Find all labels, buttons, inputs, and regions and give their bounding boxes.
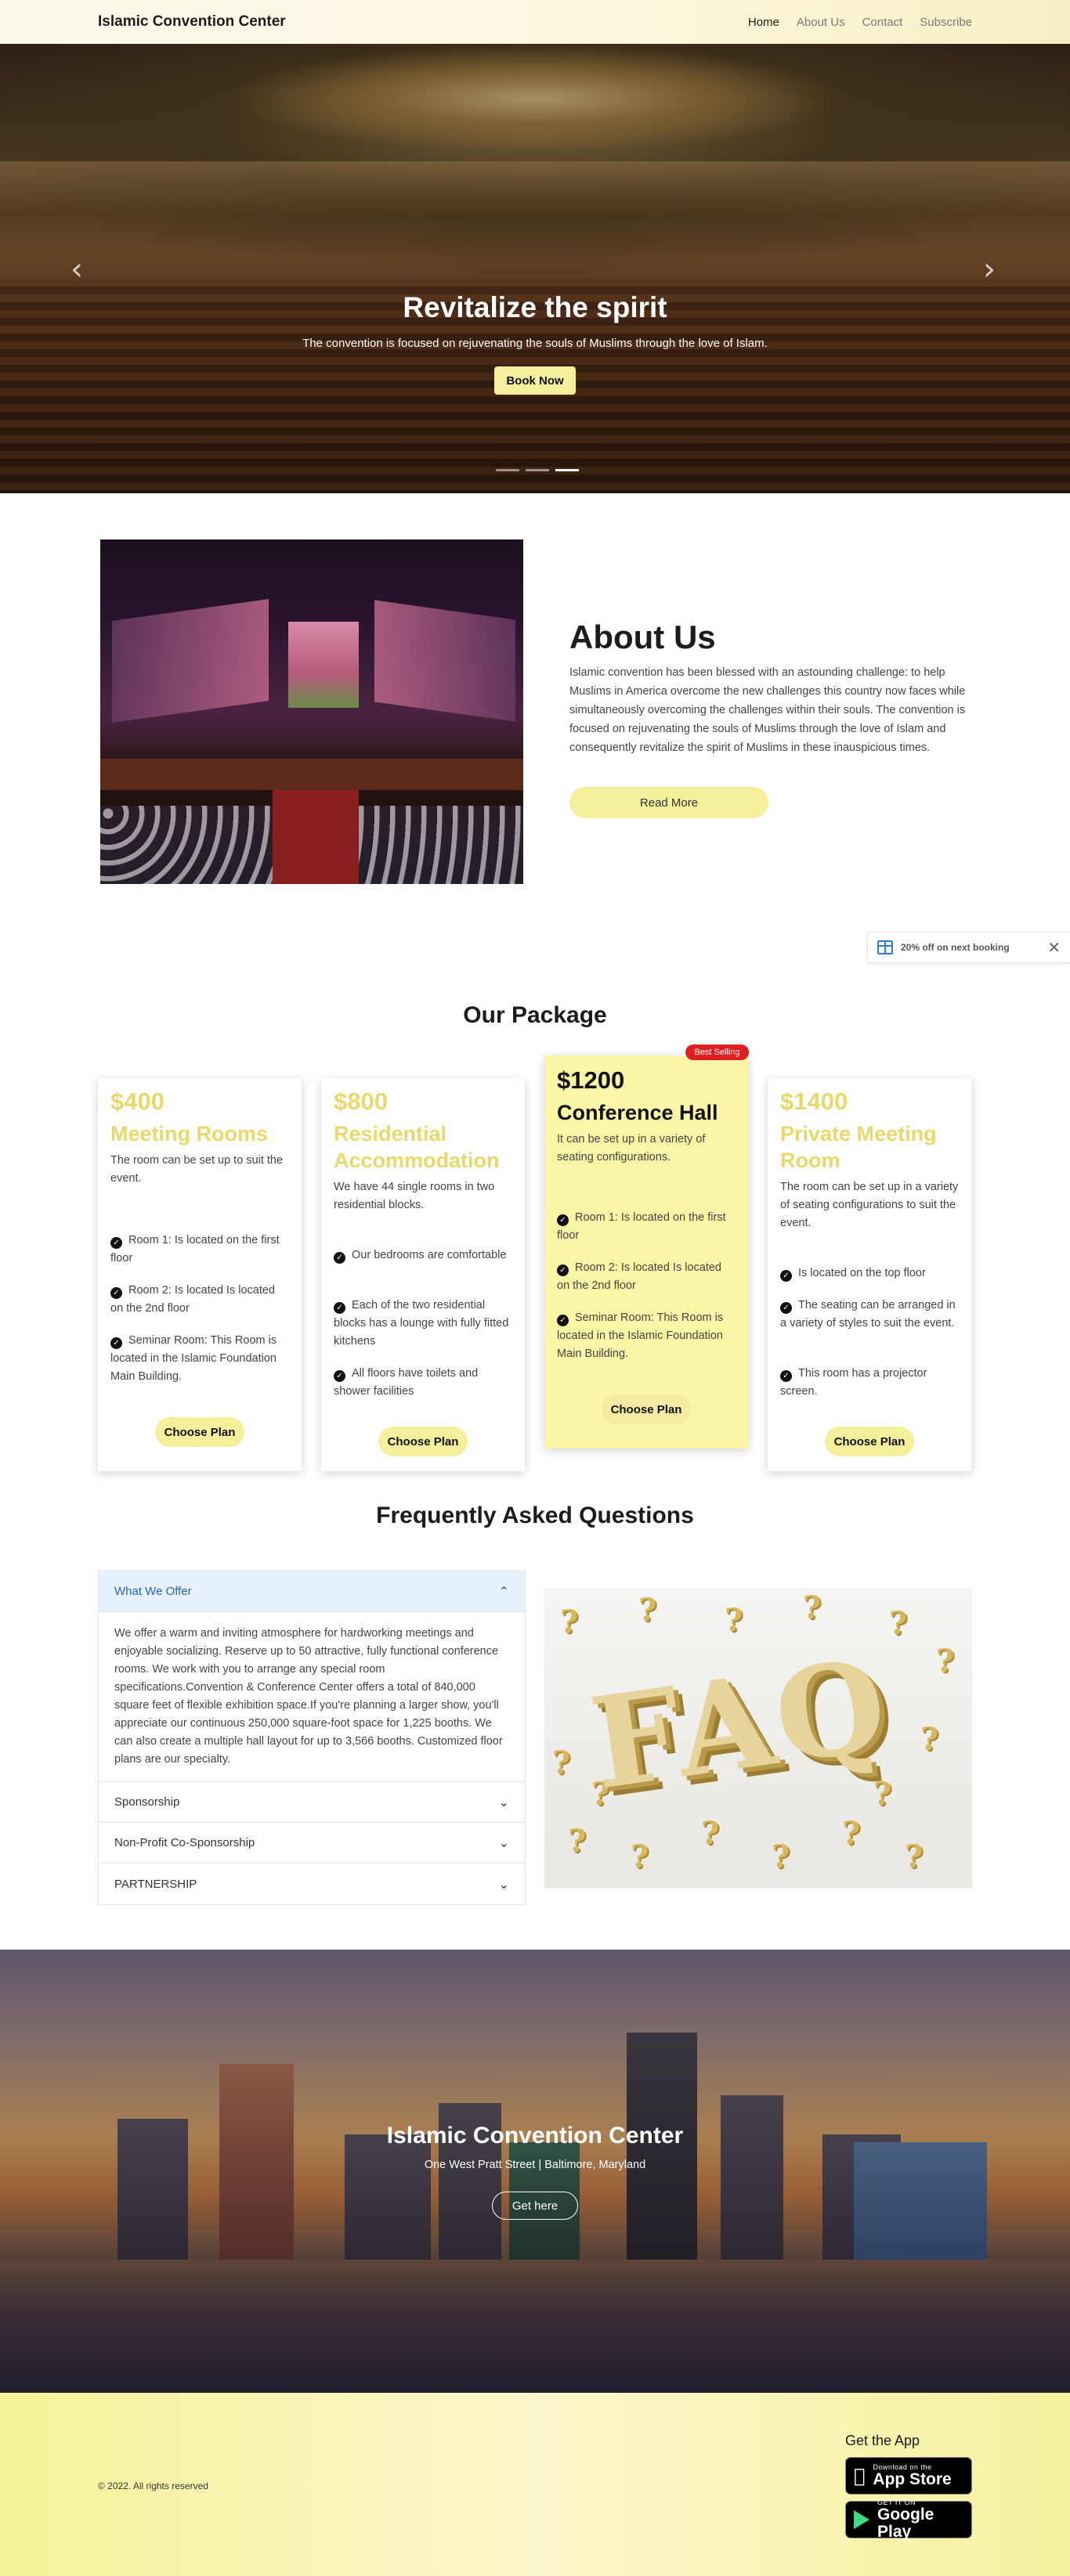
hero-title: Revitalize the spirit (403, 291, 667, 323)
faq-question: PARTNERSHIP (114, 1877, 197, 1891)
about-title: About Us (569, 619, 716, 655)
check-icon: ✓ (110, 1237, 122, 1249)
package-feature: ✓ Room 2: Is located Is located on the 2n… (110, 1284, 275, 1315)
check-icon: ✓ (110, 1287, 122, 1299)
best-selling-badge: Best Selling (685, 1044, 749, 1060)
faq-item-partnership[interactable]: PARTNERSHIP ⌄ (99, 1863, 525, 1904)
close-icon[interactable]: ✕ (1047, 938, 1061, 957)
chevron-right-icon[interactable]: › (983, 251, 996, 287)
package-price: $400 (110, 1088, 164, 1115)
package-feature: ✓ Seminar Room: This Room is located in t… (557, 1311, 724, 1360)
package-desc: We have 44 single rooms in two residenti… (334, 1181, 495, 1211)
carousel-indicator-2[interactable] (526, 469, 549, 471)
package-feature: ✓ Room 2: Is located Is located on the 2n… (557, 1261, 721, 1292)
nav-subscribe[interactable]: Subscribe (920, 16, 972, 29)
brand-logo[interactable]: Islamic Convention Center (98, 13, 286, 31)
location-address: One West Pratt Street | Baltimore, Maryl… (424, 2159, 646, 2171)
package-feature: ✓ The seating can be arranged in a variet… (780, 1299, 956, 1329)
package-desc: The room can be set up to suit the event… (110, 1154, 284, 1185)
nav-contact[interactable]: Contact (862, 16, 903, 29)
chevron-down-icon: ⌄ (498, 1795, 509, 1809)
faq-question: What We Offer (114, 1585, 192, 1598)
hero-subtitle: The convention is focused on rejuvenatin… (302, 337, 768, 350)
copyright: © 2022. All rights reserved (98, 2480, 208, 2491)
package-name: Private Meeting Room (780, 1122, 937, 1172)
faq-image: ??? ??? ?? ??? ??? ?? FAQ (544, 1588, 972, 1888)
package-feature: ✓ Seminar Room: This Room is located in t… (110, 1334, 277, 1383)
check-icon: ✓ (334, 1302, 345, 1314)
package-name: Residential Accommodation (334, 1122, 500, 1172)
hero-overlay (0, 44, 1070, 493)
faq-answer: We offer a warm and inviting atmosphere … (99, 1612, 525, 1782)
check-icon: ✓ (557, 1214, 569, 1226)
package-feature: ✓ This room has a projector screen. (780, 1367, 927, 1398)
faq-accordion: What We Offer ⌃ We offer a warm and invi… (98, 1571, 526, 1905)
faq-item-non-profit[interactable]: Non-Profit Co-Sponsorship ⌄ (99, 1823, 525, 1863)
discount-toast: 20% off on next booking ✕ (867, 932, 1070, 963)
about-image (100, 539, 523, 884)
carousel-indicator-3[interactable] (555, 469, 579, 471)
navbar: Islamic Convention Center Home About Us … (0, 0, 1070, 44)
check-icon: ✓ (110, 1337, 122, 1349)
faq-question: Sponsorship (114, 1795, 180, 1809)
google-play-button[interactable]: GET IT ON Google Play (845, 2498, 972, 2541)
package-card-private-meeting: $1400 Private Meeting Room The room can … (768, 1078, 971, 1471)
location-banner (0, 1950, 1070, 2393)
app-store-button[interactable]:  Download on the App Store (845, 2457, 972, 2495)
package-card-meeting-rooms: $400 Meeting Rooms The room can be set u… (98, 1078, 302, 1471)
faq-item-what-we-offer[interactable]: What We Offer ⌃ (99, 1571, 525, 1612)
check-icon: ✓ (557, 1265, 569, 1276)
package-card-conference-hall: $1200 Conference Hall It can be set up i… (544, 1055, 748, 1449)
faq-question: Non-Profit Co-Sponsorship (114, 1836, 255, 1849)
package-feature: ✓ Is located on the top floor (780, 1265, 960, 1283)
package-feature: ✓ Our bedrooms are comfortable (334, 1247, 514, 1265)
choose-plan-button[interactable]: Choose Plan (378, 1427, 468, 1456)
get-app-heading: Get the App (845, 2433, 920, 2448)
location-title: Islamic Convention Center (386, 2123, 684, 2148)
packages-title: Our Package (463, 1002, 607, 1028)
check-icon: ✓ (334, 1370, 345, 1382)
check-icon: ✓ (780, 1370, 792, 1382)
nav-about-us[interactable]: About Us (797, 16, 845, 29)
faq-item-sponsorship[interactable]: Sponsorship ⌄ (99, 1782, 525, 1823)
hero-carousel: ‹ › (0, 44, 1070, 493)
choose-plan-button[interactable]: Choose Plan (602, 1394, 691, 1424)
apple-icon:  (854, 2465, 865, 2487)
chevron-left-icon[interactable]: ‹ (70, 251, 83, 287)
google-play-icon (854, 2510, 869, 2529)
package-name: Conference Hall (557, 1101, 718, 1124)
package-card-residential: $800 Residential Accommodation We have 4… (321, 1078, 525, 1471)
package-feature: ✓ Room 1: Is located on the first floor (557, 1211, 726, 1242)
get-here-button[interactable]: Get here (492, 2192, 578, 2220)
chevron-down-icon: ⌄ (498, 1876, 509, 1892)
discount-text: 20% off on next booking (901, 942, 1010, 953)
carousel-indicator-1[interactable] (496, 469, 519, 471)
choose-plan-button[interactable]: Choose Plan (155, 1417, 244, 1447)
nav-links: Home About Us Contact Subscribe (748, 16, 972, 29)
package-desc: The room can be set up in a variety of s… (780, 1181, 959, 1229)
read-more-button[interactable]: Read More (569, 787, 768, 818)
nav-home[interactable]: Home (748, 16, 779, 29)
check-icon: ✓ (780, 1302, 792, 1314)
package-name: Meeting Rooms (110, 1122, 269, 1145)
gift-icon (877, 940, 893, 954)
choose-plan-button[interactable]: Choose Plan (825, 1427, 914, 1456)
package-desc: It can be set up in a variety of seating… (557, 1133, 706, 1164)
carousel-indicators (496, 469, 579, 471)
package-price: $800 (334, 1088, 388, 1115)
package-feature: ✓ Each of the two residential blocks has … (334, 1299, 509, 1348)
chevron-down-icon: ⌄ (498, 1835, 509, 1850)
package-price: $1200 (557, 1066, 625, 1094)
chevron-up-icon: ⌃ (498, 1584, 509, 1599)
book-now-button[interactable]: Book Now (494, 366, 576, 395)
package-price: $1400 (780, 1088, 848, 1115)
check-icon: ✓ (334, 1252, 345, 1264)
faq-title: Frequently Asked Questions (376, 1503, 694, 1528)
about-text: Islamic convention has been blessed with… (569, 666, 966, 754)
package-feature: ✓ All floors have toilets and shower faci… (334, 1367, 479, 1398)
check-icon: ✓ (780, 1270, 792, 1282)
package-feature: ✓ Room 1: Is located on the first floor (110, 1234, 280, 1265)
check-icon: ✓ (557, 1315, 569, 1326)
